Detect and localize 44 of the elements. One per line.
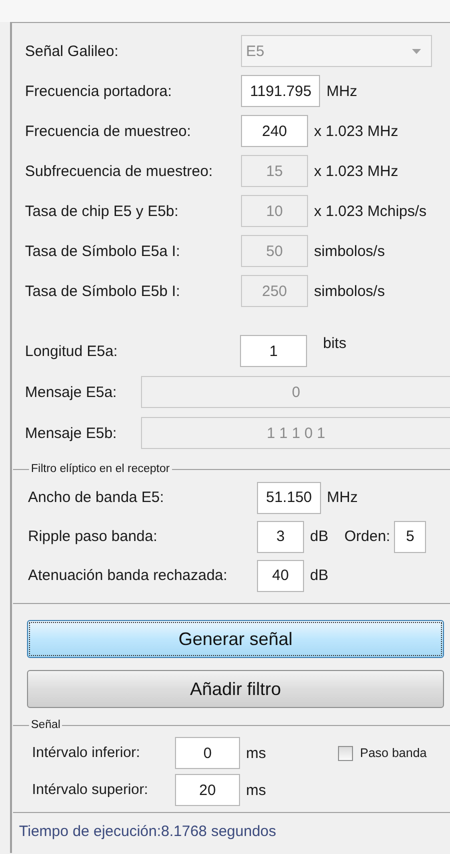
field-label: Intérvalo inferior: xyxy=(32,745,141,761)
input-field[interactable]: 240 xyxy=(241,115,308,147)
field-label: Frecuencia de muestreo: xyxy=(25,122,192,140)
input-field[interactable]: 5 xyxy=(394,520,426,552)
field-label: Tasa de chip E5 y E5b: xyxy=(25,202,180,220)
field-label: Mensaje E5b: xyxy=(25,424,118,442)
field-label: Longitud E5a: xyxy=(25,342,119,360)
field-label: Mensaje E5a: xyxy=(25,384,118,400)
input-field[interactable]: 1191.795 xyxy=(241,75,320,107)
checkbox[interactable] xyxy=(338,746,353,760)
unit-label: simbolos/s xyxy=(314,242,385,260)
status-text: Tiempo de ejecución:8.1768 segundos xyxy=(18,822,278,840)
unit-label: ms xyxy=(246,744,266,762)
unit-label: MHz xyxy=(326,489,358,506)
group-title: Filtro elíptico en el receptor xyxy=(29,462,172,476)
action-button[interactable]: Generar señal xyxy=(27,620,444,658)
field-label: Intérvalo superior: xyxy=(32,782,150,798)
unit-label: dB xyxy=(310,528,328,545)
input-field[interactable]: 40 xyxy=(257,560,304,592)
unit-label: dB xyxy=(310,567,328,584)
input-field[interactable]: 1 xyxy=(240,335,307,367)
input-field[interactable]: 3 xyxy=(257,520,304,552)
unit-label: x 1.023 MHz xyxy=(314,122,398,140)
field-label: Ripple paso banda: xyxy=(28,528,158,545)
field-label: Frecuencia portadora: xyxy=(25,82,173,100)
input-field[interactable]: 20 xyxy=(175,774,240,806)
field-label: Subfrecuencia de muestreo: xyxy=(25,162,214,180)
field-label: Orden: xyxy=(344,528,390,545)
field-label: Ancho de banda E5: xyxy=(28,489,165,506)
caret-icon xyxy=(412,48,421,54)
checkbox-label[interactable]: Paso banda xyxy=(360,746,427,760)
field-label: Tasa de Símbolo E5b I: xyxy=(25,282,182,300)
action-button[interactable]: Añadir filtro xyxy=(27,670,444,708)
unit-label: x 1.023 Mchips/s xyxy=(314,202,427,220)
input-field[interactable]: 51.150 xyxy=(257,482,321,514)
field-label: Atenuación banda rechazada: xyxy=(28,567,228,584)
unit-label: ms xyxy=(246,782,266,798)
field-label: Señal Galileo: xyxy=(25,42,120,60)
input-field[interactable]: 0 xyxy=(175,737,240,769)
unit-label: bits xyxy=(323,335,346,352)
unit-label: x 1.023 MHz xyxy=(314,162,398,180)
unit-label: MHz xyxy=(326,82,358,100)
field-label: Tasa de Símbolo E5a I: xyxy=(25,242,182,260)
unit-label: simbolos/s xyxy=(314,282,385,300)
